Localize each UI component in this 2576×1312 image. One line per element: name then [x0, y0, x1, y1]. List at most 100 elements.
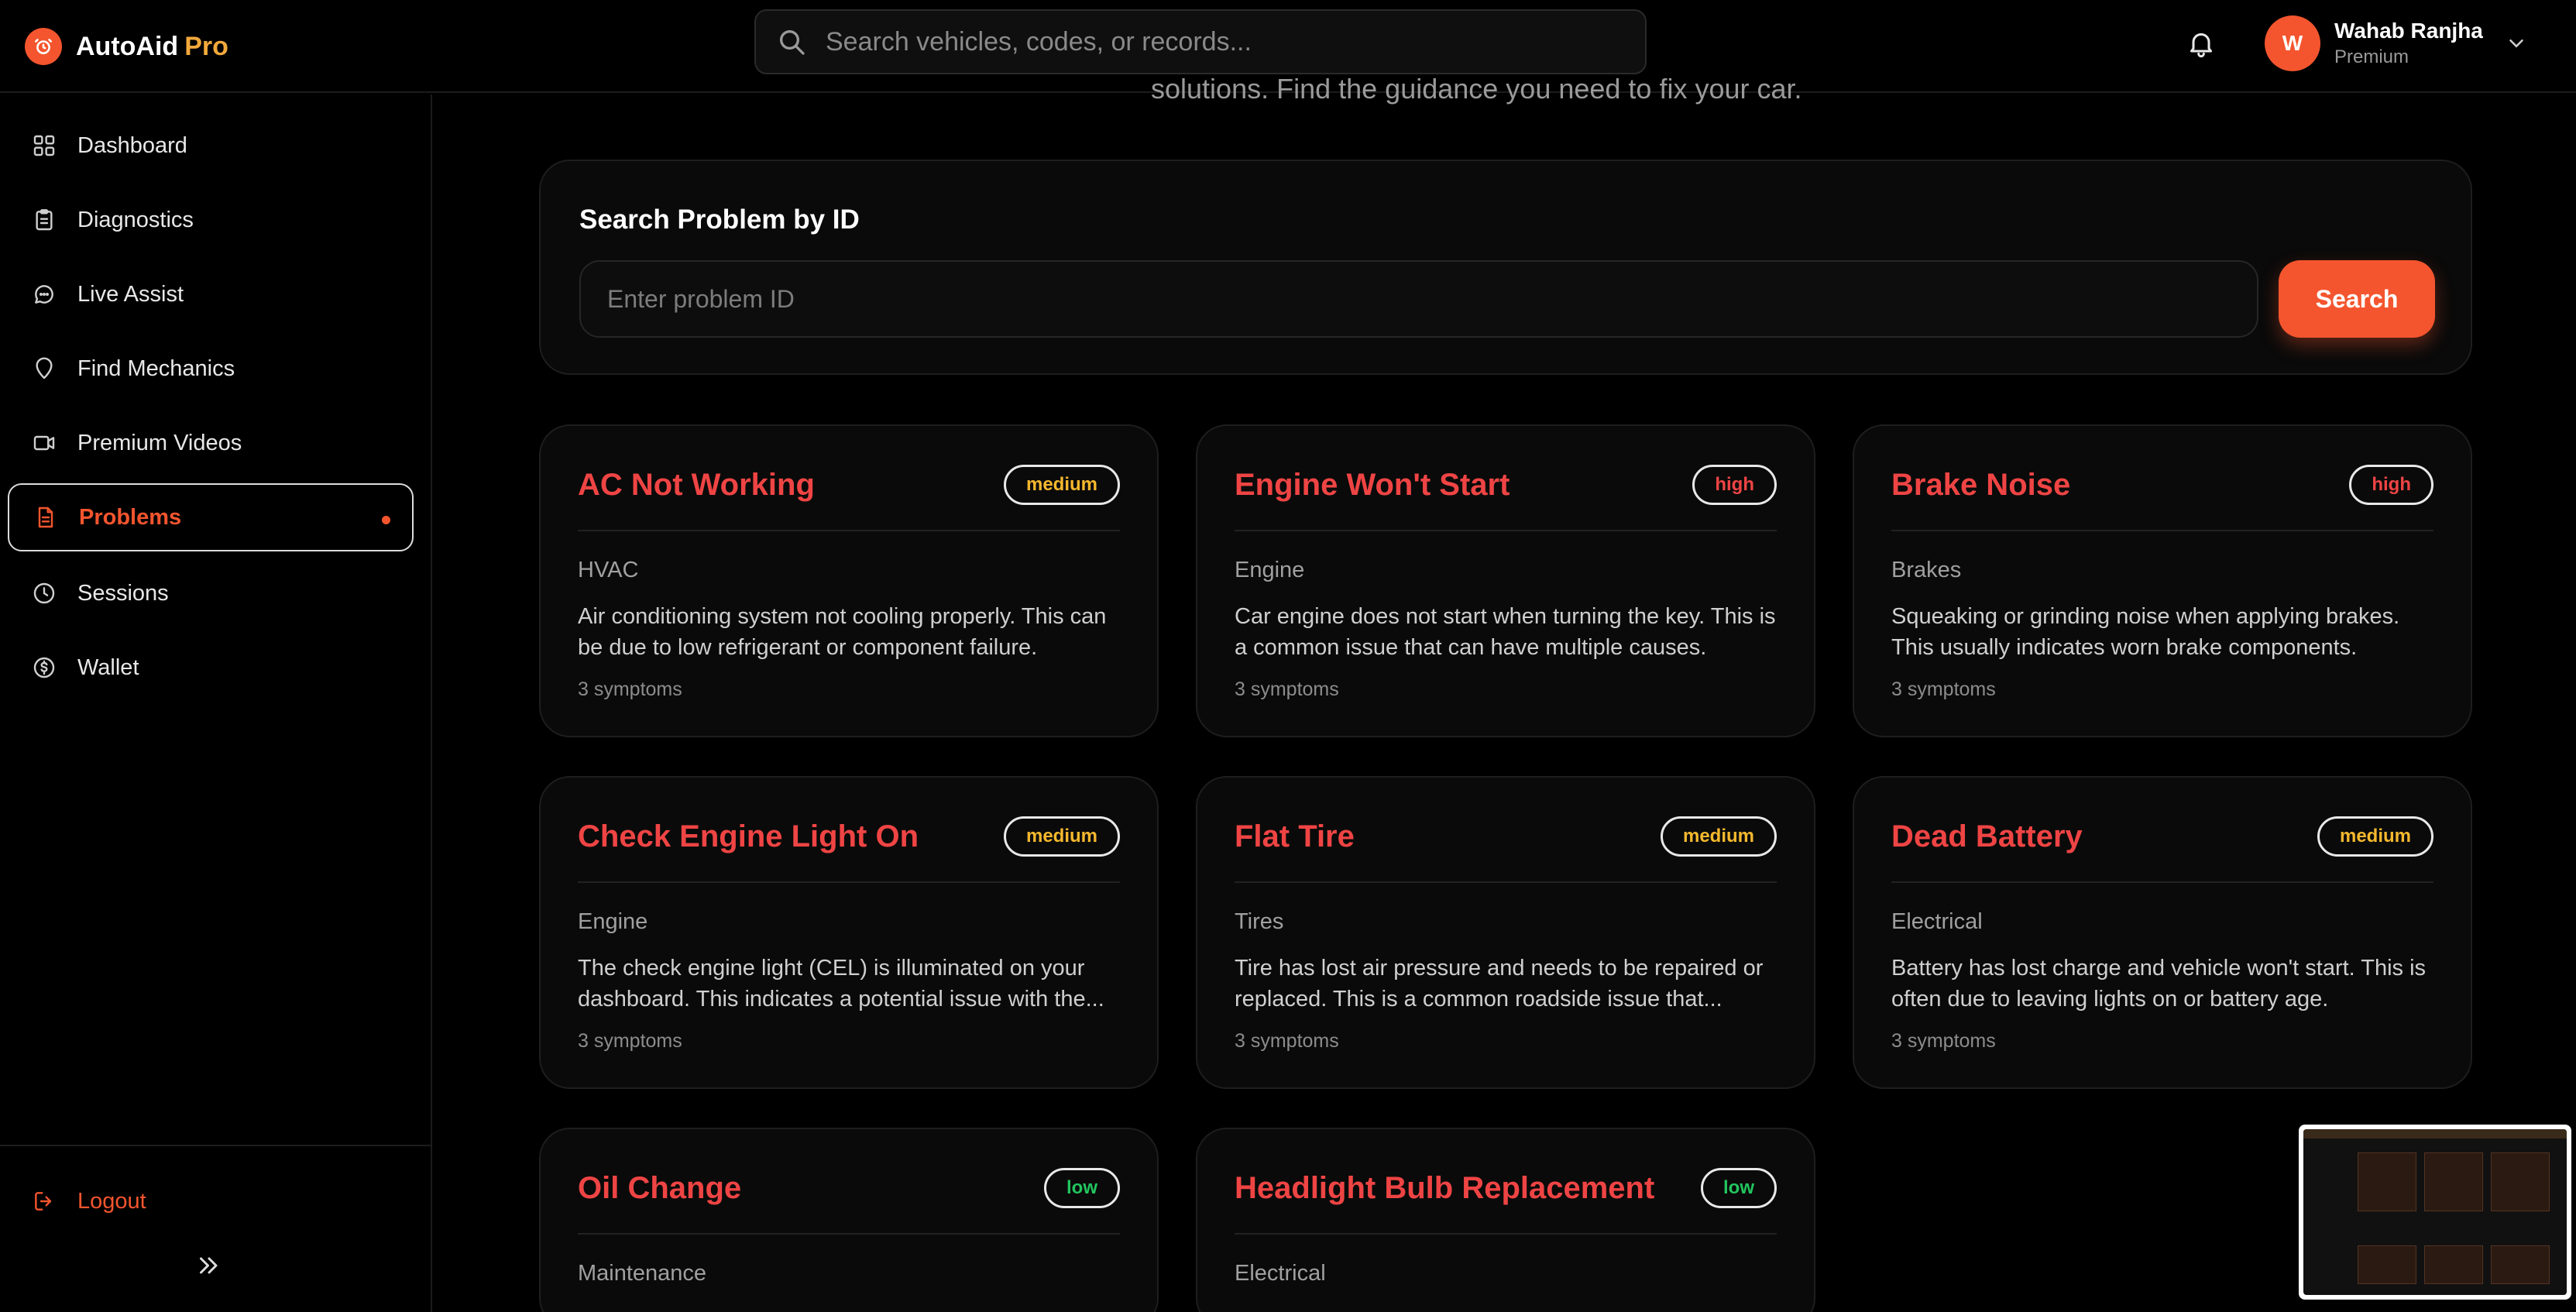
brand-name: AutoAid Pro	[76, 31, 228, 61]
sidebar-item-problems[interactable]: Problems	[8, 483, 414, 551]
sidebar-item-label: Find Mechanics	[77, 355, 235, 381]
user-menu[interactable]: W Wahab Ranjha Premium	[2265, 14, 2528, 73]
severity-badge: medium	[1003, 465, 1120, 505]
sidebar-item-premium-videos[interactable]: Premium Videos	[8, 409, 414, 477]
problem-title: AC Not Working	[578, 468, 815, 502]
severity-badge: medium	[1003, 816, 1120, 857]
card-divider	[1891, 530, 2433, 531]
alarm-clock-icon	[25, 28, 62, 65]
brand-accent: Pro	[184, 31, 228, 61]
problem-category: Electrical	[1891, 909, 1983, 934]
logout-button[interactable]: Logout	[29, 1187, 146, 1216]
symptom-count: 3 symptoms	[578, 678, 682, 700]
card-divider	[1891, 881, 2433, 883]
problem-card-flat-tire[interactable]: Flat Tire medium Tires Tire has lost air…	[1196, 776, 1815, 1089]
brand[interactable]: AutoAid Pro	[25, 23, 228, 70]
sidebar-item-find-mechanics[interactable]: Find Mechanics	[8, 335, 414, 403]
problem-title: Headlight Bulb Replacement	[1235, 1171, 1655, 1205]
symptom-count: 3 symptoms	[1235, 678, 1339, 700]
problem-description: The check engine light (CEL) is illumina…	[578, 956, 1104, 1011]
problem-description: Squeaking or grinding noise when applyin…	[1891, 604, 2400, 660]
problem-title: Oil Change	[578, 1171, 742, 1205]
sidebar-item-sessions[interactable]: Sessions	[8, 559, 414, 627]
problem-description: Tire has lost air pressure and needs to …	[1235, 956, 1764, 1011]
problem-id-input[interactable]	[579, 260, 2258, 338]
map-pin-icon	[29, 354, 59, 383]
problem-category: Brakes	[1891, 558, 1962, 582]
sidebar-item-label: Dashboard	[77, 132, 187, 158]
severity-badge: high	[1692, 465, 1777, 505]
search-card-title: Search Problem by ID	[579, 204, 860, 235]
problem-card-check-engine-light[interactable]: Check Engine Light On medium Engine The …	[539, 776, 1159, 1089]
problem-description: Battery has lost charge and vehicle won'…	[1891, 956, 2427, 1011]
search-button[interactable]: Search	[2279, 260, 2435, 338]
severity-badge: medium	[2317, 816, 2433, 857]
problem-card-dead-battery[interactable]: Dead Battery medium Electrical Battery h…	[1853, 776, 2472, 1089]
thumbnail-tile	[2358, 1152, 2416, 1211]
thumbnail-tile	[2491, 1152, 2550, 1211]
problem-card-ac-not-working[interactable]: AC Not Working medium HVAC Air condition…	[539, 424, 1159, 737]
severity-badge: high	[2349, 465, 2433, 505]
user-plan: Premium	[2334, 46, 2409, 67]
sidebar-item-live-assist[interactable]: Live Assist	[8, 260, 414, 328]
problem-title: Flat Tire	[1235, 819, 1355, 853]
severity-badge: medium	[1660, 816, 1777, 857]
chevrons-right-icon[interactable]	[192, 1248, 226, 1283]
sidebar-divider	[0, 1145, 431, 1146]
active-indicator-dot	[382, 516, 390, 524]
search-problem-card: Search Problem by ID Search	[539, 160, 2472, 375]
thumbnail-preview	[2303, 1129, 2567, 1295]
symptom-count: 3 symptoms	[578, 1030, 682, 1052]
grid-icon	[29, 131, 59, 160]
problem-title: Engine Won't Start	[1235, 468, 1510, 502]
sidebar-item-label: Premium Videos	[77, 430, 242, 455]
thumbnail-tile	[2424, 1245, 2483, 1284]
problem-card-headlight-bulb[interactable]: Headlight Bulb Replacement low Electrica…	[1196, 1128, 1815, 1312]
thumbnail-tile	[2424, 1152, 2483, 1211]
clock-icon	[29, 579, 59, 608]
logout-label: Logout	[77, 1188, 146, 1214]
page-subtitle: solutions. Find the guidance you need to…	[1151, 73, 1802, 105]
thumbnail-tile	[2358, 1245, 2416, 1284]
chat-bubble-icon	[29, 280, 59, 309]
sidebar-item-label: Live Assist	[77, 281, 184, 307]
severity-badge: low	[1044, 1168, 1120, 1208]
problem-card-brake-noise[interactable]: Brake Noise high Brakes Squeaking or gri…	[1853, 424, 2472, 737]
search-icon	[776, 26, 807, 57]
sidebar-item-wallet[interactable]: Wallet	[8, 634, 414, 702]
thumbnail-tile	[2491, 1245, 2550, 1284]
screenshot-thumbnail[interactable]	[2299, 1125, 2571, 1300]
dollar-circle-icon	[29, 653, 59, 682]
thumbnail-header	[2303, 1129, 2567, 1139]
global-search-input[interactable]	[826, 26, 1600, 57]
severity-badge: low	[1701, 1168, 1777, 1208]
clipboard-icon	[29, 205, 59, 235]
sidebar-item-diagnostics[interactable]: Diagnostics	[8, 186, 414, 254]
card-divider	[578, 530, 1120, 531]
video-camera-icon	[29, 428, 59, 458]
user-info: Wahab Ranjha Premium	[2334, 19, 2483, 68]
problem-description: Air conditioning system not cooling prop…	[578, 604, 1107, 660]
bell-icon[interactable]	[2183, 25, 2220, 62]
problem-category: Electrical	[1235, 1261, 1326, 1286]
sidebar-item-label: Sessions	[77, 580, 169, 606]
document-icon	[31, 503, 60, 532]
sidebar-item-label: Problems	[79, 504, 182, 530]
global-search[interactable]	[754, 9, 1647, 74]
sidebar-item-label: Wallet	[77, 654, 139, 680]
problem-category: Engine	[1235, 558, 1305, 582]
problem-category: Maintenance	[578, 1261, 707, 1286]
problem-description: Car engine does not start when turning t…	[1235, 604, 1776, 660]
card-divider	[1235, 530, 1777, 531]
problem-category: Engine	[578, 909, 648, 934]
problem-card-engine-wont-start[interactable]: Engine Won't Start high Engine Car engin…	[1196, 424, 1815, 737]
problem-category: HVAC	[578, 558, 639, 582]
sidebar-item-dashboard[interactable]: Dashboard	[8, 112, 414, 180]
logout-icon	[29, 1187, 59, 1216]
symptom-count: 3 symptoms	[1235, 1030, 1339, 1052]
problem-card-oil-change[interactable]: Oil Change low Maintenance	[539, 1128, 1159, 1312]
card-divider	[1235, 881, 1777, 883]
chevron-down-icon[interactable]	[2505, 32, 2528, 55]
card-divider	[1235, 1233, 1777, 1235]
problem-title: Brake Noise	[1891, 468, 2071, 502]
